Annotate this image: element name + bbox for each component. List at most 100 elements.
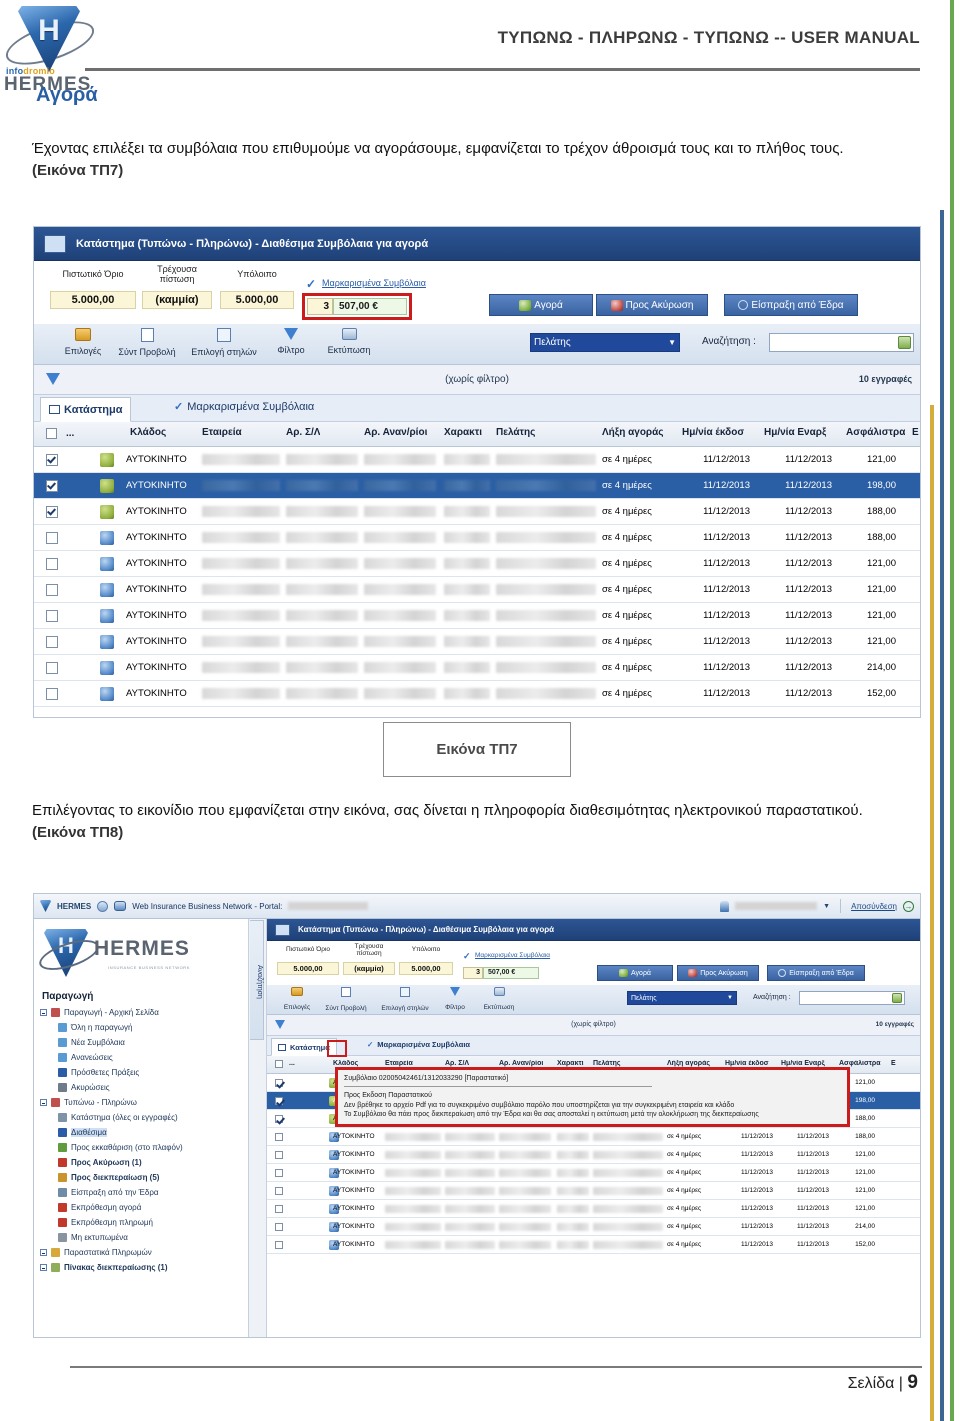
row-checkbox[interactable] [46, 610, 58, 622]
sidebar-item-8[interactable]: Διαθέσιμα [40, 1125, 244, 1140]
grid-header-asfalistra[interactable]: Ασφάλιστρα [846, 427, 905, 438]
status-pending-icon[interactable] [100, 635, 114, 649]
sidebar-item-11[interactable]: Προς διεκπεραίωση (5) [40, 1170, 244, 1185]
collect-from-hq-button[interactable]: Είσπραξη από Έδρα [724, 294, 858, 316]
table-row[interactable]: ΑΥΤΟΚΙΝΗΤΟ σε 4 ημέρες 11/12/2013 11/12/201… [34, 447, 920, 473]
grid-header-ekdosis[interactable]: Ημ/νία έκδοσ [682, 427, 744, 438]
chevron-down-icon[interactable]: ▼ [823, 903, 830, 910]
table-row[interactable]: ΑΥΤΟΚΙΝΗΤΟ σε 4 ημέρες 11/12/2013 11/12/201… [267, 1182, 920, 1200]
sidebar-item-3[interactable]: Ανανεώσεις [40, 1050, 244, 1065]
search-input[interactable] [799, 991, 905, 1005]
buy-button[interactable]: Αγορά [489, 294, 593, 316]
vertical-search-tab[interactable]: Αναζήτηση [250, 920, 264, 1040]
grid-header-enarxis[interactable]: Ημ/νία Εναρξ [764, 427, 826, 438]
table-row[interactable]: ΑΥΤΟΚΙΝΗΤΟ σε 4 ημέρες 11/12/2013 11/12/201… [34, 655, 920, 681]
sidebar-item-0[interactable]: Παραγωγή - Αρχική Σελίδα [40, 1005, 244, 1020]
help-icon[interactable] [97, 900, 109, 912]
sidebar-item-16[interactable]: Παραστατικά Πληρωμών [40, 1245, 244, 1260]
table-row[interactable]: ΑΥΤΟΚΙΝΗΤΟ σε 4 ημέρες 11/12/2013 11/12/201… [34, 499, 920, 525]
grid-header-xarakt[interactable]: Χαρακτι [444, 427, 482, 438]
row-checkbox[interactable] [46, 480, 58, 492]
grid-header-ananrioi[interactable]: Αρ. Αναν/ρίοι [499, 1060, 543, 1067]
sidebar-item-2[interactable]: Νέα Συμβόλαια [40, 1035, 244, 1050]
sidebar-item-4[interactable]: Πρόσθετες Πράξεις [40, 1065, 244, 1080]
row-checkbox[interactable] [46, 662, 58, 674]
grid-header-xarakt[interactable]: Χαρακτι [557, 1060, 584, 1067]
row-checkbox[interactable] [275, 1241, 283, 1249]
buy-button[interactable]: Αγορά [597, 965, 673, 981]
search-icon[interactable] [898, 336, 911, 349]
grid-header-asfalistra[interactable]: Ασφάλιστρα [839, 1060, 881, 1067]
search-field-select[interactable]: Πελάτης ▼ [627, 991, 737, 1005]
grid-header-ellipsis[interactable]: ... [289, 1060, 295, 1067]
toolbar-filter[interactable]: Φίλτρο [268, 328, 314, 358]
tab-marked-contracts[interactable]: ✓ Μαρκαρισμένα Συμβόλαια [174, 400, 314, 414]
sidebar-item-12[interactable]: Είσπραξη από την Έδρα [40, 1185, 244, 1200]
grid-header-extra[interactable]: Ε [912, 427, 919, 438]
row-checkbox[interactable] [46, 454, 58, 466]
expander-icon[interactable] [40, 1099, 47, 1106]
logout-icon[interactable]: → [903, 900, 914, 912]
sidebar-item-10[interactable]: Προς Ακύρωση (1) [40, 1155, 244, 1170]
sidebar-item-17[interactable]: Πίνακας διεκπεραίωσης (1) [40, 1260, 244, 1275]
table-row[interactable]: ΑΥΤΟΚΙΝΗΤΟ σε 4 ημέρες 11/12/2013 11/12/201… [34, 551, 920, 577]
grid-header-ekdosis[interactable]: Ημ/νία έκδοσ [725, 1060, 769, 1067]
table-row[interactable]: ΑΥΤΟΚΙΝΗΤΟ σε 4 ημέρες 11/12/2013 11/12/201… [34, 603, 920, 629]
status-pending-icon[interactable] [100, 531, 114, 545]
grid-header-klados[interactable]: Κλάδος [130, 427, 166, 438]
table-row[interactable]: ΑΥΤΟΚΙΝΗΤΟ σε 4 ημέρες 11/12/2013 11/12/201… [267, 1218, 920, 1236]
table-row[interactable]: ΑΥΤΟΚΙΝΗΤΟ σε 4 ημέρες 11/12/2013 11/12/201… [34, 577, 920, 603]
sidebar-item-6[interactable]: Τυπώνω - Πληρώνω [40, 1095, 244, 1110]
grid-header-klados[interactable]: Κλάδος [333, 1060, 358, 1067]
tab-katastima[interactable]: Κατάστημα [40, 397, 132, 422]
grid-header-extra[interactable]: Ε [891, 1060, 896, 1067]
grid-header-arsl[interactable]: Αρ. Σ/Λ [286, 427, 320, 438]
table-row[interactable]: ΑΥΤΟΚΙΝΗΤΟ σε 4 ημέρες 11/12/2013 11/12/201… [34, 473, 920, 499]
search-field-select[interactable]: Πελάτης ▼ [530, 333, 680, 352]
status-available-icon[interactable] [100, 453, 114, 467]
status-pending-icon[interactable] [100, 661, 114, 675]
table-row[interactable]: ΑΥΤΟΚΙΝΗΤΟ σε 4 ημέρες 11/12/2013 11/12/201… [267, 1146, 920, 1164]
grid-header-etaireia[interactable]: Εταιρεία [202, 427, 242, 438]
sidebar-item-13[interactable]: Εκπρόθεσμη αγορά [40, 1200, 244, 1215]
expander-icon[interactable] [40, 1249, 47, 1256]
row-checkbox[interactable] [275, 1079, 283, 1087]
sidebar-item-14[interactable]: Εκπρόθεσμη πληρωμή [40, 1215, 244, 1230]
toolbar-print[interactable]: Εκτύπωση [318, 328, 380, 358]
select-all-checkbox[interactable] [275, 1060, 283, 1068]
grid-header-arsl[interactable]: Αρ. Σ/Λ [445, 1060, 469, 1067]
search-icon[interactable] [892, 993, 902, 1003]
sidebar-item-7[interactable]: Κατάστημα (όλες οι εγγραφές) [40, 1110, 244, 1125]
row-checkbox[interactable] [275, 1205, 283, 1213]
status-available-icon[interactable] [100, 505, 114, 519]
marked-contracts-link[interactable]: Μαρκαρισμένα Συμβόλαια [475, 952, 550, 959]
tab-marked-contracts[interactable]: ✓ Μαρκαρισμένα Συμβόλαια [367, 1040, 470, 1049]
toolbar-options[interactable]: Επιλογές [277, 987, 317, 1014]
row-checkbox[interactable] [275, 1133, 283, 1141]
row-checkbox[interactable] [275, 1115, 283, 1123]
grid-header-lixi[interactable]: Λήξη αγοράς [602, 427, 663, 438]
table-row[interactable]: ΑΥΤΟΚΙΝΗΤΟ σε 4 ημέρες 11/12/2013 11/12/201… [267, 1128, 920, 1146]
table-row[interactable]: ΑΥΤΟΚΙΝΗΤΟ σε 4 ημέρες 11/12/2013 11/12/201… [34, 681, 920, 707]
toolbar-column-select[interactable]: Επιλογή στηλών [184, 328, 264, 360]
grid-header-ellipsis[interactable]: ... [66, 428, 74, 439]
row-checkbox[interactable] [46, 532, 58, 544]
row-checkbox[interactable] [275, 1151, 283, 1159]
cancel-request-button[interactable]: Προς Ακύρωση [677, 965, 759, 981]
table-row[interactable]: ΑΥΤΟΚΙΝΗΤΟ σε 4 ημέρες 11/12/2013 11/12/201… [34, 525, 920, 551]
toolbar-options[interactable]: Επιλογές [56, 328, 110, 359]
row-checkbox[interactable] [46, 636, 58, 648]
expander-icon[interactable] [40, 1264, 47, 1271]
row-checkbox[interactable] [275, 1169, 283, 1177]
logout-link[interactable]: Αποσύνδεση [851, 902, 897, 911]
status-pending-icon[interactable] [100, 609, 114, 623]
grid-header-lixi[interactable]: Λήξη αγοράς [667, 1060, 710, 1067]
select-all-checkbox[interactable] [46, 428, 57, 439]
sidebar-item-5[interactable]: Ακυρώσεις [40, 1080, 244, 1095]
row-checkbox[interactable] [275, 1187, 283, 1195]
row-checkbox[interactable] [46, 506, 58, 518]
row-checkbox[interactable] [46, 688, 58, 700]
toolbar-column-select[interactable]: Επιλογή στηλών [375, 987, 435, 1015]
search-input[interactable] [769, 333, 914, 352]
status-pending-icon[interactable] [100, 557, 114, 571]
